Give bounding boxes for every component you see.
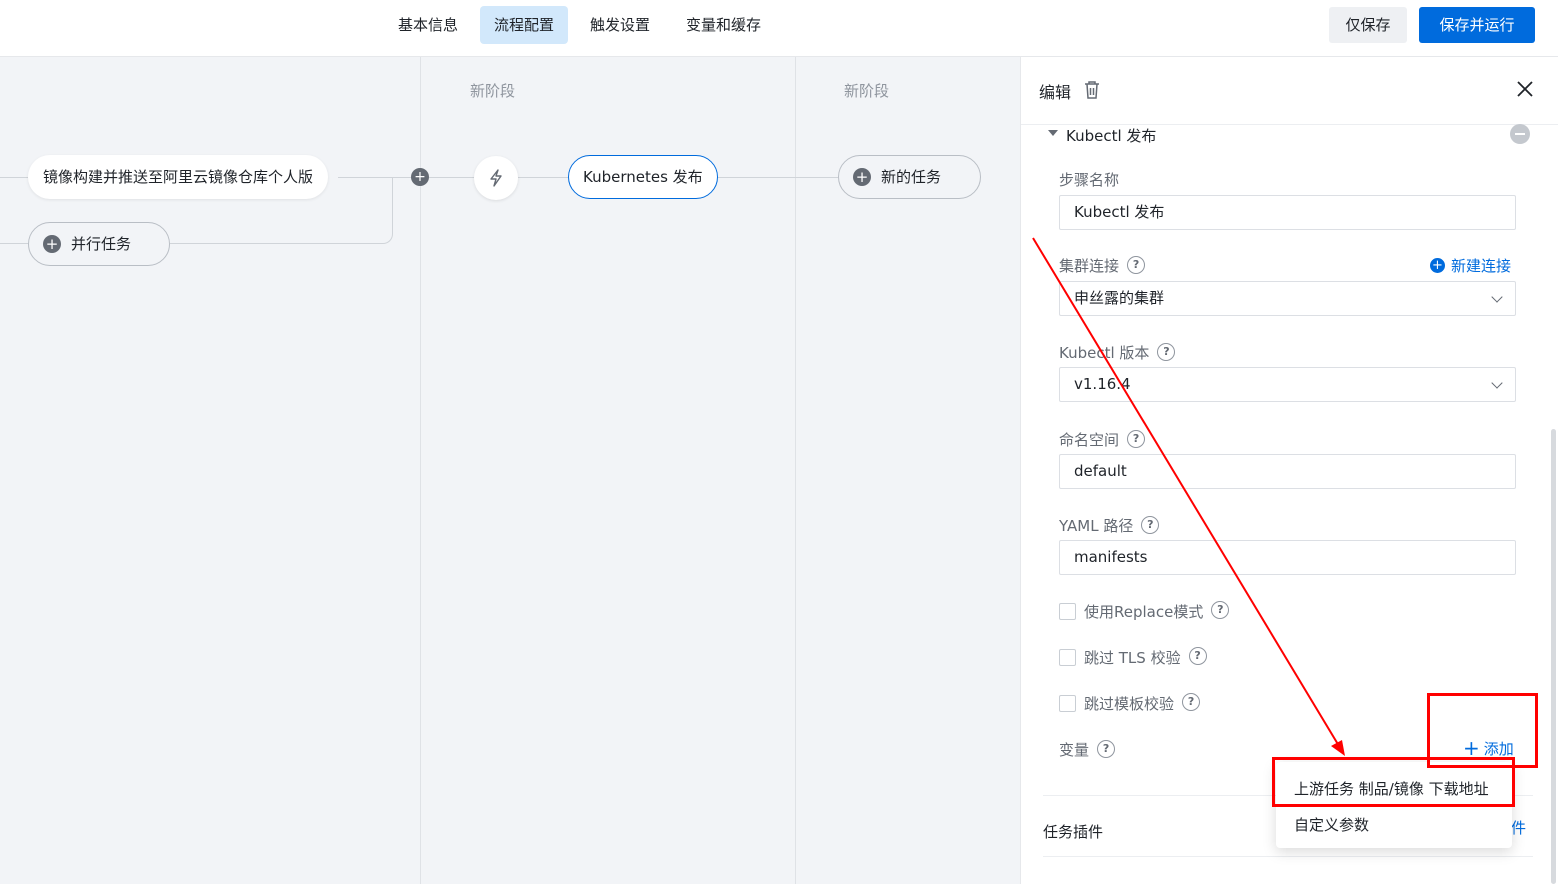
plugins-link[interactable]: 件 xyxy=(1511,817,1526,838)
variables-label: 变量? xyxy=(1059,739,1116,760)
tab-variables-cache[interactable]: 变量和缓存 xyxy=(672,6,775,44)
new-connection-link[interactable]: + 新建连接 xyxy=(1430,255,1511,276)
stage-title[interactable]: 新阶段 xyxy=(470,80,515,101)
pipeline-canvas: 新阶段 新阶段 镜像构建并推送至阿里云镜像仓库个人版 + 并行任务 + Kuber… xyxy=(0,57,1020,884)
kubectl-version-label: Kubectl 版本? xyxy=(1059,342,1176,363)
skip-tls-checkbox[interactable] xyxy=(1059,649,1076,666)
add-new-task-button[interactable]: + 新的任务 xyxy=(838,155,981,199)
trigger-bolt-button[interactable] xyxy=(474,156,518,200)
plus-circle-icon: + xyxy=(853,167,871,186)
plus-circle-icon: + xyxy=(43,234,61,253)
yaml-path-label: YAML 路径? xyxy=(1059,515,1160,536)
stage-divider xyxy=(795,57,796,884)
namespace-input[interactable]: default xyxy=(1059,454,1516,489)
help-icon[interactable]: ? xyxy=(1127,255,1146,274)
task-node-k8s-deploy[interactable]: Kubernetes 发布 xyxy=(568,155,718,199)
step-name-label: 步骤名称 xyxy=(1059,171,1120,189)
task-plugins-label: 任务插件 xyxy=(1043,823,1104,841)
flow-line xyxy=(0,177,28,178)
collapse-caret-icon[interactable] xyxy=(1048,130,1058,136)
add-parallel-task-button[interactable]: + 并行任务 xyxy=(28,222,170,266)
replace-mode-checkbox[interactable] xyxy=(1059,603,1076,620)
add-stage-plus-icon[interactable]: + xyxy=(411,168,429,186)
chevron-down-icon xyxy=(1491,291,1503,303)
kubectl-version-select[interactable]: v1.16.4 xyxy=(1059,367,1516,402)
help-icon[interactable]: ? xyxy=(1127,429,1146,448)
lightning-icon xyxy=(490,169,502,187)
cluster-label: 集群连接? xyxy=(1059,255,1146,276)
skip-template-row[interactable]: 跳过模板校验? xyxy=(1059,692,1201,714)
cluster-select[interactable]: 申丝露的集群 xyxy=(1059,281,1516,316)
annotation-box-menu-item xyxy=(1272,757,1515,807)
panel-title: 编辑 xyxy=(1039,83,1072,102)
flow-line xyxy=(518,177,568,178)
tab-trigger-settings[interactable]: 触发设置 xyxy=(576,6,664,44)
panel-header: 编辑 xyxy=(1021,57,1558,125)
parallel-task-label: 并行任务 xyxy=(71,235,132,253)
help-icon[interactable]: ? xyxy=(1157,342,1176,361)
help-icon[interactable]: ? xyxy=(1211,600,1230,619)
tab-basic-info[interactable]: 基本信息 xyxy=(384,6,472,44)
close-icon[interactable] xyxy=(1515,79,1535,99)
task-node-build[interactable]: 镜像构建并推送至阿里云镜像仓库个人版 xyxy=(28,155,329,199)
top-bar: 基本信息 流程配置 触发设置 变量和缓存 仅保存 保存并运行 xyxy=(0,0,1558,57)
step-name-input[interactable]: Kubectl 发布 xyxy=(1059,195,1516,230)
remove-step-icon[interactable] xyxy=(1510,124,1530,144)
help-icon[interactable]: ? xyxy=(1188,646,1207,665)
trash-icon[interactable] xyxy=(1083,80,1101,100)
chevron-down-icon xyxy=(1491,377,1503,389)
flow-line xyxy=(428,177,476,178)
flow-line xyxy=(0,243,28,244)
tab-bar: 基本信息 流程配置 触发设置 变量和缓存 xyxy=(384,6,783,44)
replace-mode-row[interactable]: 使用Replace模式? xyxy=(1059,600,1230,622)
yaml-path-input[interactable]: manifests xyxy=(1059,540,1516,575)
menu-item-custom-param[interactable]: 自定义参数 xyxy=(1294,814,1369,835)
flow-line xyxy=(714,177,838,178)
new-task-label: 新的任务 xyxy=(881,168,942,186)
help-icon[interactable]: ? xyxy=(1097,739,1116,758)
help-icon[interactable]: ? xyxy=(1182,692,1201,711)
section-title[interactable]: Kubectl 发布 xyxy=(1066,125,1156,146)
skip-template-checkbox[interactable] xyxy=(1059,695,1076,712)
divider xyxy=(1043,856,1533,857)
panel-scrollbar[interactable] xyxy=(1551,429,1556,884)
save-and-run-button[interactable]: 保存并运行 xyxy=(1419,7,1535,43)
skip-tls-row[interactable]: 跳过 TLS 校验? xyxy=(1059,646,1207,668)
stage-title[interactable]: 新阶段 xyxy=(844,80,889,101)
tab-pipeline-config[interactable]: 流程配置 xyxy=(480,6,569,44)
save-only-button[interactable]: 仅保存 xyxy=(1329,7,1407,43)
plus-circle-icon: + xyxy=(1430,258,1445,273)
help-icon[interactable]: ? xyxy=(1141,515,1160,534)
namespace-label: 命名空间? xyxy=(1059,429,1146,450)
